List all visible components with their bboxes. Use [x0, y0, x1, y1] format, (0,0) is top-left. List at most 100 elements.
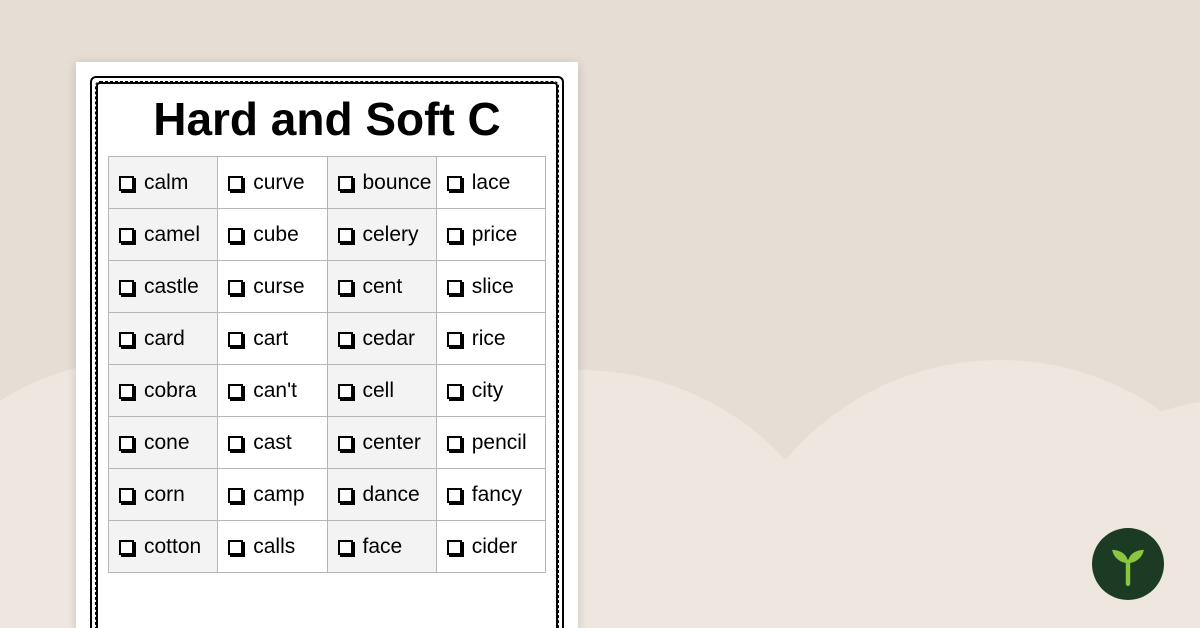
word-cell: camel — [109, 209, 218, 261]
word-label: cobra — [144, 379, 197, 403]
checkbox-icon[interactable] — [228, 488, 243, 503]
checkbox-icon[interactable] — [447, 540, 462, 555]
frame-inner: Hard and Soft C calmcurve bounce lace camel… — [96, 82, 558, 628]
checkbox-icon[interactable] — [338, 176, 353, 191]
word-cell: celery — [327, 209, 436, 261]
word-cell: pencil — [436, 417, 545, 469]
word-label: slice — [472, 275, 514, 299]
checkbox-icon[interactable] — [228, 176, 243, 191]
checkbox-icon[interactable] — [338, 332, 353, 347]
word-label: cube — [253, 223, 299, 247]
checkbox-icon[interactable] — [447, 280, 462, 295]
word-cell: cedar — [327, 313, 436, 365]
checkbox-icon[interactable] — [338, 384, 353, 399]
word-label: camel — [144, 223, 200, 247]
table-row: camel cube celery price — [109, 209, 546, 261]
brand-badge — [1092, 528, 1164, 600]
checkbox-icon[interactable] — [119, 436, 134, 451]
word-cell: cell — [327, 365, 436, 417]
word-label: calls — [253, 535, 295, 559]
checkbox-icon[interactable] — [447, 332, 462, 347]
checkbox-icon[interactable] — [228, 280, 243, 295]
word-label: curse — [253, 275, 304, 299]
word-cell: cider — [436, 521, 545, 573]
table-row: cotton calls face cider — [109, 521, 546, 573]
table-row: cone cast center pencil — [109, 417, 546, 469]
checkbox-icon[interactable] — [228, 332, 243, 347]
word-label: lace — [472, 171, 511, 195]
frame-outer: Hard and Soft C calmcurve bounce lace camel… — [90, 76, 564, 628]
word-table: calmcurvebouncelacecamelcubecelerypricec… — [108, 156, 546, 573]
word-cell: camp — [218, 469, 327, 521]
word-label: cedar — [363, 327, 416, 351]
word-label: cider — [472, 535, 518, 559]
checkbox-icon[interactable] — [119, 280, 134, 295]
word-label: cone — [144, 431, 190, 455]
word-label: bounce — [363, 171, 432, 195]
checkbox-icon[interactable] — [447, 488, 462, 503]
checkbox-icon[interactable] — [338, 488, 353, 503]
word-cell: cart — [218, 313, 327, 365]
word-label: center — [363, 431, 421, 455]
word-label: camp — [253, 483, 304, 507]
word-label: price — [472, 223, 518, 247]
word-cell: face — [327, 521, 436, 573]
checkbox-icon[interactable] — [119, 176, 134, 191]
word-cell: castle — [109, 261, 218, 313]
word-cell: cobra — [109, 365, 218, 417]
checkbox-icon[interactable] — [119, 228, 134, 243]
table-row: calmcurve bounce lace — [109, 157, 546, 209]
word-label: dance — [363, 483, 420, 507]
word-label: fancy — [472, 483, 522, 507]
checkbox-icon[interactable] — [119, 488, 134, 503]
word-label: city — [472, 379, 504, 403]
checkbox-icon[interactable] — [338, 436, 353, 451]
word-label: cotton — [144, 535, 201, 559]
word-label: cent — [363, 275, 403, 299]
table-row: card cart cedar rice — [109, 313, 546, 365]
word-cell: card — [109, 313, 218, 365]
word-label: pencil — [472, 431, 527, 455]
checkbox-icon[interactable] — [447, 436, 462, 451]
checkbox-icon[interactable] — [228, 384, 243, 399]
table-row: corn camp dance fancy — [109, 469, 546, 521]
word-cell: lace — [436, 157, 545, 209]
word-label: cart — [253, 327, 288, 351]
checkbox-icon[interactable] — [119, 332, 134, 347]
word-cell: cent — [327, 261, 436, 313]
word-cell: can't — [218, 365, 327, 417]
word-cell: city — [436, 365, 545, 417]
word-label: can't — [253, 379, 297, 403]
word-cell: slice — [436, 261, 545, 313]
checkbox-icon[interactable] — [447, 176, 462, 191]
word-cell: cone — [109, 417, 218, 469]
word-cell: calm — [109, 157, 218, 209]
table-row: cobra can't cell city — [109, 365, 546, 417]
word-label: castle — [144, 275, 199, 299]
sprout-icon — [1106, 542, 1150, 586]
worksheet-title: Hard and Soft C — [108, 92, 546, 146]
checkbox-icon[interactable] — [228, 228, 243, 243]
checkbox-icon[interactable] — [228, 540, 243, 555]
checkbox-icon[interactable] — [447, 384, 462, 399]
word-cell: rice — [436, 313, 545, 365]
word-cell: curve — [218, 157, 327, 209]
checkbox-icon[interactable] — [119, 384, 134, 399]
word-label: cell — [363, 379, 395, 403]
checkbox-icon[interactable] — [447, 228, 462, 243]
word-cell: price — [436, 209, 545, 261]
checkbox-icon[interactable] — [338, 540, 353, 555]
word-label: card — [144, 327, 185, 351]
checkbox-icon[interactable] — [338, 228, 353, 243]
word-label: cast — [253, 431, 292, 455]
checkbox-icon[interactable] — [119, 540, 134, 555]
word-label: corn — [144, 483, 185, 507]
word-cell: center — [327, 417, 436, 469]
word-cell: dance — [327, 469, 436, 521]
checkbox-icon[interactable] — [338, 280, 353, 295]
word-cell: cast — [218, 417, 327, 469]
checkbox-icon[interactable] — [228, 436, 243, 451]
word-cell: cotton — [109, 521, 218, 573]
table-row: castle curse cent slice — [109, 261, 546, 313]
word-cell: calls — [218, 521, 327, 573]
